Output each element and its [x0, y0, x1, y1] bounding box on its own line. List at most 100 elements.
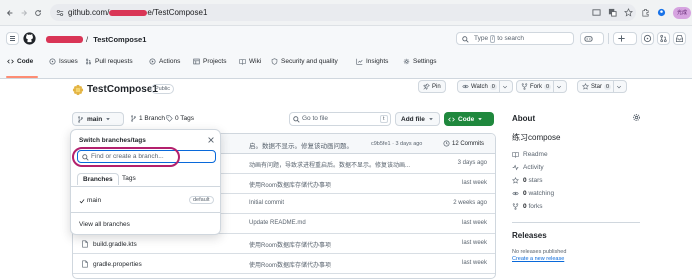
- repo-title[interactable]: TestCompose1: [87, 84, 158, 95]
- browser-toolbar: github.com/e/TestCompose1 光成: [0, 0, 692, 26]
- sidebar-divider: [512, 222, 640, 223]
- tab-code[interactable]: Code: [7, 56, 33, 66]
- branch-selector[interactable]: main: [72, 112, 124, 126]
- translate-icon[interactable]: [608, 8, 617, 17]
- chevron-down-icon[interactable]: [502, 84, 508, 90]
- screen-cast-icon[interactable]: [592, 8, 601, 17]
- tab-security[interactable]: Security and quality: [271, 56, 338, 66]
- file-icon: [82, 260, 88, 268]
- file-commit-message[interactable]: 使用Room数据库存储代办事项: [249, 240, 331, 249]
- site-settings-icon[interactable]: [56, 9, 64, 17]
- check-icon: [79, 198, 85, 203]
- repo-description: 练习compose: [512, 133, 561, 142]
- file-time: last week: [461, 240, 487, 246]
- branch-icon: [131, 115, 136, 122]
- create-new-button[interactable]: [613, 32, 637, 45]
- fork-button[interactable]: Fork 0: [516, 80, 568, 93]
- file-link[interactable]: gradle.properties: [81, 260, 142, 268]
- graph-icon: [356, 58, 363, 65]
- close-icon[interactable]: [207, 136, 215, 144]
- file-time: last week: [461, 220, 487, 226]
- tab-issues[interactable]: Issues: [49, 56, 78, 66]
- releases-heading[interactable]: Releases: [512, 231, 547, 240]
- branch-count-link[interactable]: 1 Branch: [130, 115, 165, 122]
- header-repo-name[interactable]: TestCompose1: [93, 35, 146, 44]
- forward-icon[interactable]: [20, 9, 28, 17]
- caret-down-icon: [429, 118, 433, 121]
- tab-projects[interactable]: Projects: [193, 56, 226, 66]
- chevron-down-icon[interactable]: [556, 84, 562, 90]
- inbox-icon: [675, 34, 684, 43]
- code-icon: [7, 58, 14, 64]
- watch-button[interactable]: Watch 0: [457, 80, 513, 93]
- file-link[interactable]: build.gradle.kts: [81, 240, 137, 248]
- issue-icon: [49, 57, 56, 65]
- commit-hash-time[interactable]: c9b5fe1 · 3 days ago: [371, 141, 422, 147]
- tab-pull-requests[interactable]: Pull requests: [85, 56, 133, 66]
- pin-button[interactable]: Pin: [418, 80, 446, 93]
- sidebar-item-forks[interactable]: 0 forks: [512, 203, 543, 210]
- branch-switcher-dropdown: Switch branches/tags Find or create a br…: [70, 129, 221, 235]
- eye-icon: [462, 84, 469, 89]
- copilot-button[interactable]: [580, 32, 604, 45]
- star-icon: [582, 83, 589, 90]
- tag-count-link[interactable]: 0 Tags: [166, 115, 194, 122]
- extensions-icon[interactable]: [641, 8, 650, 17]
- file-commit-message[interactable]: 动画有问题，导致求进程重启后。数据不显示。修复该动画...: [249, 160, 410, 169]
- chevron-down-icon[interactable]: [616, 84, 622, 90]
- issues-button[interactable]: [641, 32, 654, 45]
- table-row[interactable]: build.gradle.kts 使用Room数据库存储代办事项 last we…: [73, 234, 495, 254]
- eye-icon: [512, 191, 519, 196]
- add-file-button[interactable]: Add file: [395, 112, 440, 126]
- button-divider: [498, 81, 500, 92]
- bookmark-star-icon[interactable]: [624, 8, 633, 17]
- star-button[interactable]: Star 0: [577, 80, 628, 93]
- pull-requests-button[interactable]: [657, 32, 670, 45]
- caret-down-icon: [106, 118, 110, 121]
- plus-icon: [618, 35, 625, 42]
- github-logo-icon[interactable]: [23, 32, 36, 45]
- code-button[interactable]: Code: [444, 112, 494, 126]
- tab-tags[interactable]: Tags: [117, 173, 141, 184]
- profile-button[interactable]: 光成: [673, 7, 691, 19]
- owner-name-redacted[interactable]: [46, 36, 83, 43]
- file-commit-message[interactable]: Initial commit: [249, 200, 284, 206]
- tag-icon: [166, 115, 173, 122]
- pin-icon: [423, 83, 430, 90]
- file-icon: [82, 240, 88, 248]
- tab-wiki[interactable]: Wiki: [239, 56, 261, 66]
- create-release-link[interactable]: Create a new release: [512, 256, 564, 262]
- search-shortcut-key: /: [489, 35, 496, 43]
- file-commit-message[interactable]: 使用Room数据库存储代办事项: [249, 180, 331, 189]
- table-icon: [193, 58, 200, 64]
- file-time: 2 weeks ago: [453, 200, 487, 206]
- latest-commit-message[interactable]: 启。数据不显示。修复该动画问题。: [249, 140, 353, 150]
- divider: [71, 212, 220, 213]
- sidebar-item-activity[interactable]: Activity: [512, 164, 544, 171]
- pull-request-icon: [86, 58, 91, 64]
- account-icon[interactable]: [657, 8, 666, 17]
- divider: [71, 186, 220, 187]
- sidebar-item-watching[interactable]: 0 watching: [512, 190, 554, 197]
- search-icon: [462, 36, 469, 43]
- menu-button[interactable]: [6, 32, 19, 45]
- branch-item-main[interactable]: main: [79, 197, 101, 204]
- visibility-badge: Public: [151, 84, 174, 94]
- sidebar-item-readme[interactable]: Readme: [512, 151, 548, 158]
- commits-link[interactable]: 12 Commits: [443, 140, 484, 147]
- inbox-button[interactable]: [673, 32, 686, 45]
- tab-actions[interactable]: Actions: [149, 56, 180, 66]
- view-all-branches-link[interactable]: View all branches: [79, 221, 130, 228]
- file-commit-message[interactable]: 使用Room数据库存储代办事项: [249, 260, 331, 269]
- file-commit-message[interactable]: Update README.md: [249, 220, 306, 226]
- reload-icon[interactable]: [34, 9, 42, 17]
- default-badge: default: [189, 196, 214, 204]
- tab-branches[interactable]: Branches: [77, 173, 119, 185]
- pulse-icon: [512, 164, 519, 171]
- tab-insights[interactable]: Insights: [356, 56, 388, 66]
- table-row[interactable]: gradle.properties 使用Room数据库存储代办事项 last w…: [73, 254, 495, 274]
- sidebar-item-stars[interactable]: 0 stars: [512, 177, 543, 184]
- tab-settings[interactable]: Settings: [403, 56, 437, 66]
- gear-icon[interactable]: [632, 113, 641, 122]
- back-icon[interactable]: [6, 9, 14, 17]
